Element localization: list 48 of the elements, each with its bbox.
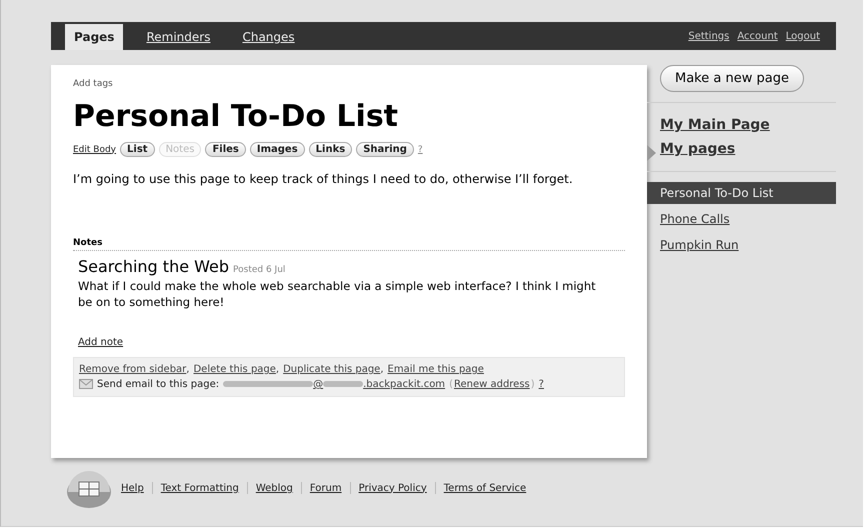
nav-tab[interactable]: Pages: [65, 24, 124, 50]
page-list-item[interactable]: Personal To-Do List: [647, 182, 836, 204]
footer-link[interactable]: Forum: [310, 482, 342, 494]
footer-link[interactable]: Terms of Service: [444, 482, 526, 494]
page-action-link[interactable]: Email me this page: [388, 364, 484, 375]
insert-button[interactable]: List: [120, 142, 155, 157]
nav-tab[interactable]: Changes: [233, 24, 304, 50]
footer-link[interactable]: Privacy Policy: [358, 482, 427, 494]
account-link[interactable]: Logout: [786, 30, 820, 42]
email-address-link[interactable]: @ .backpackit.com: [223, 378, 446, 390]
bracket: ): [530, 378, 535, 390]
footer-link[interactable]: Weblog: [256, 482, 293, 494]
add-tags-link[interactable]: Add tags: [73, 79, 625, 89]
renew-address-link[interactable]: Renew address: [454, 378, 530, 390]
new-page-button[interactable]: Make a new page: [660, 65, 804, 92]
bracket: (: [449, 378, 453, 390]
comma: ,: [186, 364, 190, 375]
page-action-link[interactable]: Delete this page: [193, 364, 276, 375]
page-list-item[interactable]: Phone Calls: [647, 208, 836, 230]
footer-link[interactable]: Help: [121, 482, 144, 494]
add-note-link[interactable]: Add note: [78, 336, 124, 348]
page-list-item[interactable]: Pumpkin Run: [647, 234, 836, 256]
insert-button[interactable]: Files: [205, 142, 246, 157]
package-logo-icon: [65, 468, 113, 508]
edit-body-link[interactable]: Edit Body: [73, 144, 116, 154]
nav-tab[interactable]: Reminders: [137, 24, 220, 50]
insert-button[interactable]: Images: [250, 142, 305, 157]
help-link[interactable]: ?: [538, 378, 544, 390]
footer-link[interactable]: Text Formatting: [160, 482, 239, 494]
help-link[interactable]: ?: [418, 144, 423, 154]
note-date: Posted 6 Jul: [233, 264, 286, 275]
notes-heading: Notes: [73, 238, 625, 251]
comma: ,: [276, 364, 280, 375]
insert-button[interactable]: Links: [308, 142, 352, 157]
page-action-link[interactable]: Remove from sidebar: [79, 364, 186, 375]
page-title: Personal To-Do List: [73, 99, 400, 134]
account-link[interactable]: Account: [737, 30, 778, 42]
comma: ,: [380, 364, 384, 375]
email-label: Send email to this page:: [97, 378, 220, 390]
page-body-text: I’m going to use this page to keep track of things I need to do, otherwise I’ll forget.: [73, 171, 574, 188]
envelope-icon: [79, 379, 93, 390]
note-title: Searching the Web: [78, 256, 230, 276]
sidebar-link[interactable]: My Main Page: [647, 113, 836, 137]
sidebar-link[interactable]: My pages: [647, 137, 836, 161]
note-text: What if I could make the whole web searchable via a simple web interface? I think I might be on to something here!: [78, 278, 597, 310]
page-action-link[interactable]: Duplicate this page: [283, 364, 380, 375]
insert-button[interactable]: Sharing: [356, 142, 414, 157]
account-link[interactable]: Settings: [688, 30, 730, 42]
